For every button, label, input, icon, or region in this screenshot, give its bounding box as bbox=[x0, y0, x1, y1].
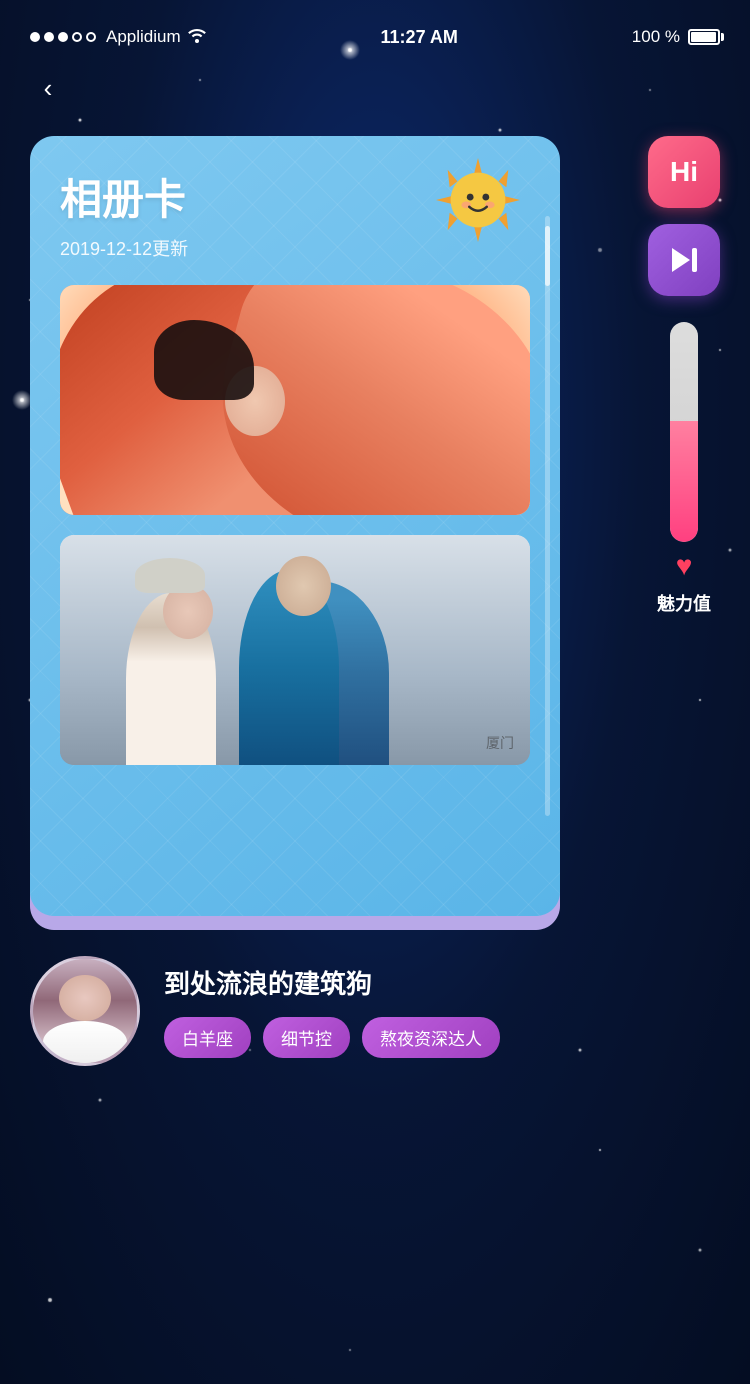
time-display: 11:27 AM bbox=[381, 27, 458, 48]
sun-emoji bbox=[434, 156, 522, 244]
back-chevron-icon: ‹ bbox=[44, 75, 53, 101]
tag-3[interactable]: 熬夜资深达人 bbox=[362, 1017, 500, 1058]
hi-button[interactable]: Hi bbox=[648, 136, 720, 208]
photo-2: 厦门 bbox=[60, 535, 530, 765]
dot5 bbox=[86, 32, 96, 42]
battery-icon bbox=[688, 29, 720, 45]
album-card[interactable]: 相册卡 2019-12-12更新 bbox=[30, 136, 560, 916]
carrier-label: Applidium bbox=[106, 27, 181, 47]
scroll-bar bbox=[545, 216, 550, 816]
charm-label: 魅力值 bbox=[657, 590, 711, 616]
play-button[interactable] bbox=[648, 224, 720, 296]
tag-1[interactable]: 白羊座 bbox=[164, 1017, 251, 1058]
user-info: 到处流浪的建筑狗 白羊座 细节控 熬夜资深达人 bbox=[164, 964, 720, 1058]
back-button[interactable]: ‹ bbox=[30, 70, 66, 106]
user-avatar bbox=[30, 956, 140, 1066]
signal-dots bbox=[30, 32, 96, 42]
dot3 bbox=[58, 32, 68, 42]
dot2 bbox=[44, 32, 54, 42]
right-widgets: Hi ♥ 魅力值 bbox=[648, 136, 720, 616]
meter-bar bbox=[670, 322, 698, 542]
photo-girl-content bbox=[60, 285, 530, 515]
dot4 bbox=[72, 32, 82, 42]
charm-meter: ♥ 魅力值 bbox=[657, 322, 711, 616]
card-area: 相册卡 2019-12-12更新 bbox=[30, 136, 720, 916]
user-name: 到处流浪的建筑狗 bbox=[164, 964, 720, 1001]
main-content: 相册卡 2019-12-12更新 bbox=[0, 106, 750, 916]
battery-fill bbox=[691, 32, 716, 42]
avatar-person bbox=[33, 959, 137, 1063]
scroll-thumb bbox=[545, 226, 550, 286]
status-left: Applidium bbox=[30, 27, 207, 48]
charm-heart-icon: ♥ bbox=[676, 550, 693, 582]
battery-percentage: 100 % bbox=[632, 27, 680, 47]
photo-location: 厦门 bbox=[486, 733, 514, 753]
meter-fill bbox=[670, 421, 698, 542]
user-tags: 白羊座 细节控 熬夜资深达人 bbox=[164, 1017, 720, 1058]
status-bar: Applidium 11:27 AM 100 % bbox=[0, 0, 750, 60]
dot1 bbox=[30, 32, 40, 42]
status-right: 100 % bbox=[632, 27, 720, 47]
wifi-icon bbox=[187, 27, 207, 48]
tag-2[interactable]: 细节控 bbox=[263, 1017, 350, 1058]
photo-1 bbox=[60, 285, 530, 515]
user-section: 到处流浪的建筑狗 白羊座 细节控 熬夜资深达人 bbox=[0, 916, 750, 1086]
play-skip-icon bbox=[666, 242, 702, 278]
photo-couple-content: 厦门 bbox=[60, 535, 530, 765]
